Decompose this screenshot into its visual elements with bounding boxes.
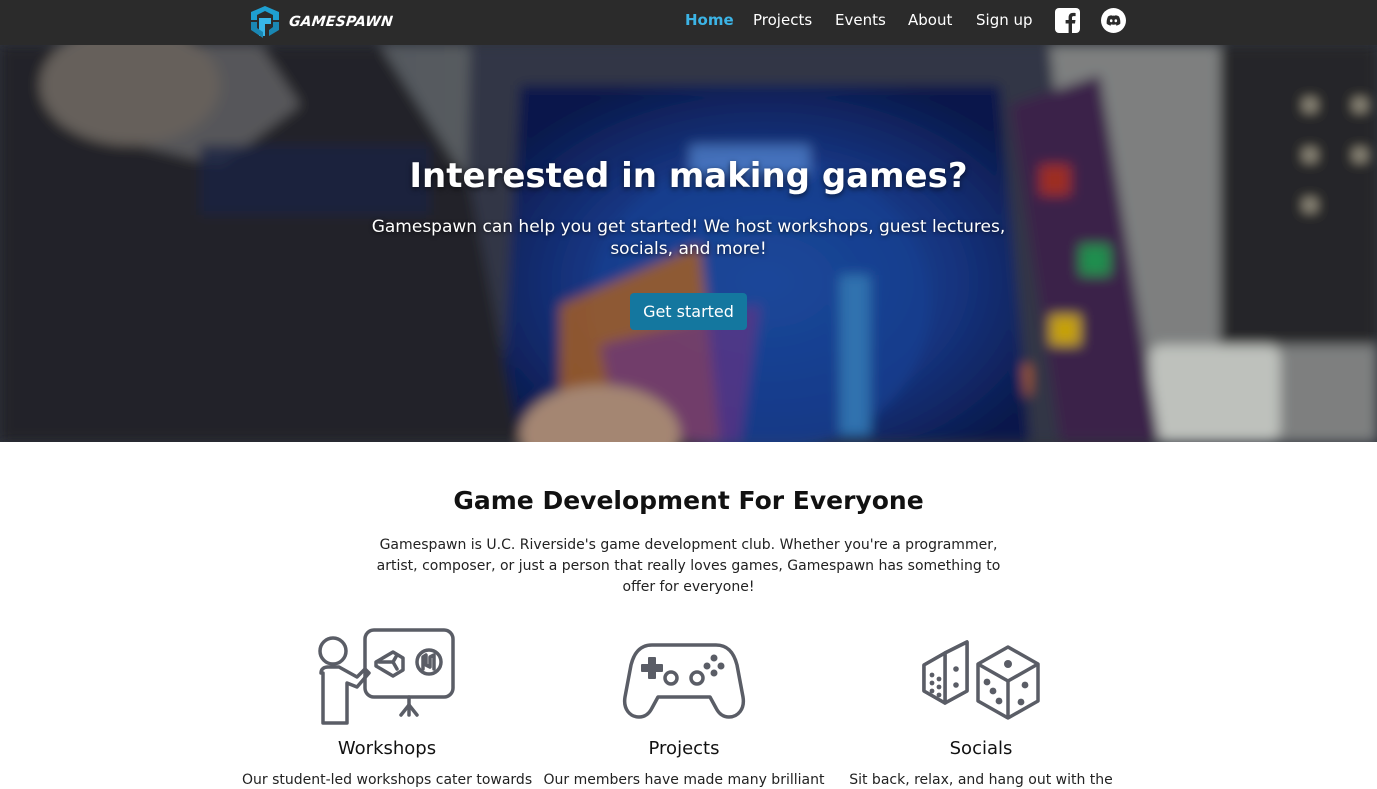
hero-title: Interested in making games? — [409, 156, 968, 196]
nav-links: Home Projects Events About Sign up — [0, 0, 1377, 45]
feature-title: Projects — [648, 738, 720, 759]
feature-socials: Socials Sit back, relax, and hang out wi… — [836, 625, 1126, 788]
section-title: Game Development For Everyone — [453, 486, 924, 515]
facebook-icon[interactable] — [1055, 8, 1080, 33]
gamepad-icon — [622, 643, 746, 719]
discord-icon[interactable] — [1101, 8, 1126, 33]
feature-title: Socials — [949, 738, 1013, 759]
feature-projects: Projects Our members have made many bril… — [539, 625, 829, 788]
hero-subtitle: Gamespawn can help you get started! We h… — [371, 217, 1006, 259]
teacher-presentation-icon — [318, 628, 455, 725]
feature-title: Workshops — [337, 738, 437, 759]
nav-about[interactable]: About — [908, 11, 952, 29]
get-started-button[interactable]: Get started — [630, 293, 747, 330]
feature-workshops: Workshops Our student-led workshops cate… — [242, 625, 532, 788]
feature-text: Sit back, relax, and hang out with the — [849, 772, 1113, 788]
dice-icon — [922, 640, 1040, 720]
hero-section: Interested in making games? Gamespawn ca… — [0, 45, 1377, 442]
feature-text: Our student-led workshops cater towards — [242, 772, 533, 788]
navbar: GAMESPAWN Home Projects Events About Sig… — [0, 0, 1377, 45]
nav-home[interactable]: Home — [685, 11, 734, 29]
nav-signup[interactable]: Sign up — [976, 11, 1033, 29]
nav-events[interactable]: Events — [835, 11, 886, 29]
nav-projects[interactable]: Projects — [753, 11, 812, 29]
feature-text: Our members have made many brilliant — [543, 772, 825, 788]
section-description: Gamespawn is U.C. Riverside's game devel… — [376, 537, 1001, 595]
